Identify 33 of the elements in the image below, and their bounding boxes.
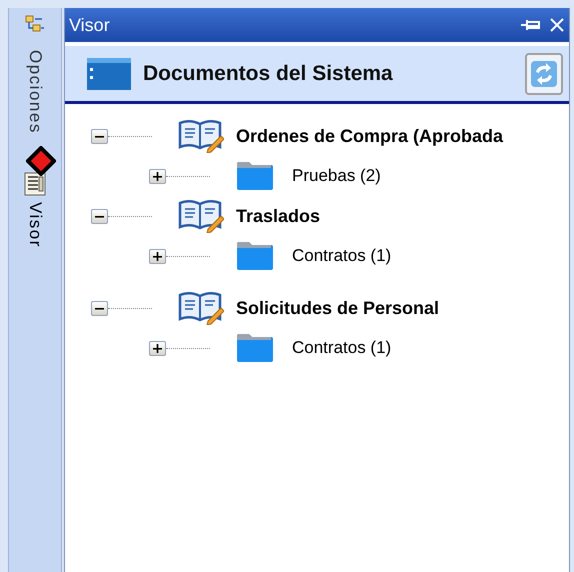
header-title: Documentos del Sistema (143, 60, 394, 87)
tree-node-label[interactable]: Solicitudes de Personal (236, 294, 440, 322)
tree-node-label[interactable]: Pruebas (2) (292, 163, 381, 189)
book-pencil-icon (178, 199, 224, 233)
folder-icon (236, 161, 274, 191)
refresh-icon (530, 60, 558, 88)
collapse-toggle[interactable] (91, 300, 108, 316)
side-tab[interactable]: Opciones (22, 48, 48, 136)
expand-toggle[interactable] (149, 248, 166, 264)
window-icon (87, 58, 131, 90)
folder-icon (236, 333, 274, 363)
book-pencil-icon (178, 291, 224, 325)
expand-toggle[interactable] (149, 340, 166, 356)
close-icon[interactable] (549, 17, 565, 33)
diamond-marker-icon (26, 146, 56, 176)
refresh-button[interactable] (525, 52, 563, 94)
plus-icon (153, 344, 162, 352)
plus-icon (153, 172, 162, 180)
plus-icon (153, 252, 162, 260)
tree-node-label[interactable]: Ordenes de Compra (Aprobada (236, 122, 504, 150)
folder-icon (236, 241, 274, 271)
collapse-toggle[interactable] (91, 208, 108, 224)
tree-node-label[interactable]: Contratos (1) (292, 335, 392, 361)
side-tab[interactable]: Visor (22, 200, 48, 250)
form-icon (24, 172, 46, 196)
tree-node-label[interactable]: Contratos (1) (292, 243, 392, 269)
book-pencil-icon (178, 119, 224, 153)
panel-title: Visor (69, 14, 111, 36)
tree-node-label[interactable]: Traslados (236, 202, 320, 230)
pin-icon[interactable] (521, 19, 541, 31)
expand-toggle[interactable] (149, 168, 166, 184)
collapse-toggle[interactable] (91, 128, 108, 144)
tree-options-icon (25, 14, 45, 34)
